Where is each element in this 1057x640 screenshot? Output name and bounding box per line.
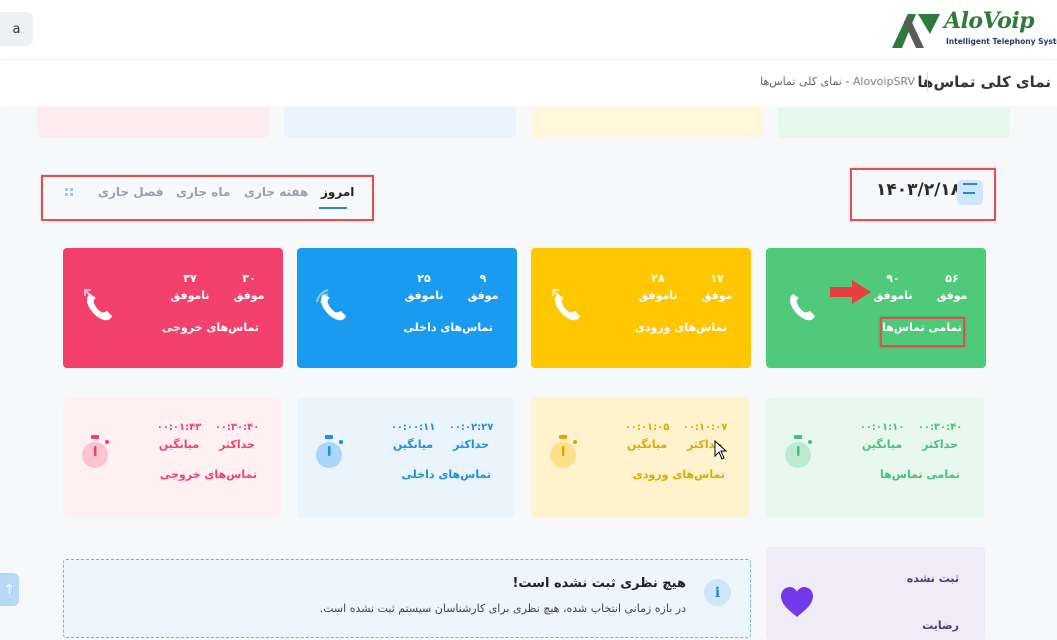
fail-count: ۳۷ [183, 272, 197, 285]
fail-label: ناموفق [170, 289, 210, 302]
success-label: موفق [701, 289, 733, 302]
avg-duration: ۰۰:۰۱:۰۵ [624, 422, 670, 433]
stat-card-incoming[interactable]: ۱۷ موفق ۲۸ ناموفق تماس‌های ورودی [531, 248, 751, 368]
fail-count: ۲۵ [417, 272, 431, 285]
fail-label: ناموفق [404, 289, 444, 302]
satisfaction-card[interactable]: ثبت نشده رضایت [766, 547, 985, 640]
avg-label: میانگین [626, 438, 668, 451]
title-divider [927, 72, 928, 92]
avg-label: میانگین [392, 438, 434, 451]
stopwatch-icon [785, 435, 812, 468]
max-duration: ۰۰:۳۰:۴۰ [917, 422, 963, 433]
breadcrumb-item-current: نمای کلی تماس‌ها [760, 75, 842, 88]
fail-count: ۹۰ [886, 272, 900, 285]
stopwatch-icon [82, 435, 109, 468]
logo-mark-icon [892, 14, 940, 48]
info-icon: i [704, 579, 731, 606]
max-label: حداکثر [219, 438, 255, 451]
stat-card-outgoing[interactable]: ۳۰ موفق ۳۷ ناموفق تماس‌های خروجی [63, 248, 283, 368]
tab-this-season[interactable]: فصل جاری [98, 185, 164, 199]
feedback-notice: i هیچ نظری ثبت نشده است! در بازه زمانی ا… [63, 559, 751, 638]
page-title-bar: نمای کلی تماس‌ها AlovoipSRV - نمای کلی ت… [0, 60, 1057, 106]
max-label: حداکثر [922, 438, 958, 451]
phone-internal-icon [316, 289, 346, 321]
fail-label: ناموفق [638, 289, 678, 302]
avg-card-all[interactable]: ۰۰:۳۰:۴۰ حداکثر ۰۰:۰۱:۱۰ میانگین تمامی ت… [766, 398, 984, 518]
mouse-cursor-icon [714, 440, 728, 460]
highlight-box [880, 317, 965, 347]
stat-title: تماس‌های خروجی [161, 321, 259, 334]
notice-title: هیچ نظری ثبت نشده است! [512, 576, 686, 591]
success-count: ۹ [479, 272, 487, 285]
max-duration: ۰۰:۱۰:۰۷ [682, 422, 728, 433]
success-count: ۱۷ [710, 272, 724, 285]
current-date: ۱۴۰۳/۲/۱۸ [876, 180, 962, 200]
stat-card-all[interactable]: ۵۶ موفق ۹۰ ناموفق تمامی تماس‌ها [766, 248, 986, 368]
avg-title: تماس‌های خروجی [159, 468, 257, 481]
page-title: نمای کلی تماس‌ها [917, 73, 1051, 91]
logo-tagline: Intelligent Telephony System [946, 37, 1057, 46]
grid-icon[interactable] [65, 188, 74, 197]
satisfaction-status: ثبت نشده [906, 572, 959, 585]
stopwatch-icon [550, 435, 577, 468]
success-count: ۳۰ [242, 272, 256, 285]
max-duration: ۰۰:۳۰:۴۰ [214, 422, 260, 433]
fail-label: ناموفق [873, 289, 913, 302]
avg-title: تمامی تماس‌ها [880, 468, 960, 481]
breadcrumb-separator: - [845, 75, 850, 88]
user-menu-button[interactable]: a [0, 12, 33, 46]
tab-today[interactable]: امروز [321, 185, 354, 199]
breadcrumb-item-server[interactable]: AlovoipSRV [853, 75, 915, 88]
success-label: موفق [467, 289, 499, 302]
scroll-top-button[interactable]: ↑ [0, 573, 19, 606]
summary-card-partial [531, 107, 763, 138]
avg-title: تماس‌های ورودی [632, 468, 725, 481]
satisfaction-label: رضایت [922, 619, 959, 632]
max-duration: ۰۰:۰۲:۲۷ [448, 422, 494, 433]
notice-message: در بازه زمانی انتخاب شده، هیچ نظری برای … [319, 602, 686, 615]
top-header: a AloVoip Intelligent Telephony System [0, 0, 1057, 60]
calendar-icon[interactable] [957, 180, 983, 205]
breadcrumb: AlovoipSRV - نمای کلی تماس‌ها [760, 75, 915, 88]
success-label: موفق [936, 289, 968, 302]
avg-label: میانگین [158, 438, 200, 451]
phone-icon [789, 294, 815, 321]
stat-title: تماس‌های داخلی [403, 321, 493, 334]
success-label: موفق [233, 289, 265, 302]
summary-card-partial [284, 107, 516, 138]
tab-this-week[interactable]: هفته جاری [244, 185, 308, 199]
logo-name: AloVoip [944, 8, 1035, 34]
logo[interactable]: AloVoip Intelligent Telephony System [890, 8, 1057, 52]
fail-count: ۲۸ [651, 272, 665, 285]
avg-duration: ۰۰:۰۱:۱۰ [859, 422, 905, 433]
summary-card-partial [37, 107, 269, 138]
avg-label: میانگین [861, 438, 903, 451]
summary-card-partial [778, 107, 1010, 138]
stopwatch-icon [316, 435, 343, 468]
phone-incoming-icon [552, 289, 580, 321]
avg-duration: ۰۰:۰۰:۱۱ [390, 422, 436, 433]
avg-title: تماس‌های داخلی [401, 468, 491, 481]
arrow-right-icon [830, 280, 871, 304]
avg-card-outgoing[interactable]: ۰۰:۳۰:۴۰ حداکثر ۰۰:۰۱:۴۳ میانگین تماس‌ها… [63, 398, 281, 518]
phone-outgoing-icon [84, 289, 112, 321]
heart-icon [781, 587, 813, 617]
stat-title: تماس‌های ورودی [634, 321, 727, 334]
tab-active-indicator [319, 207, 347, 209]
avg-duration: ۰۰:۰۱:۴۳ [156, 422, 202, 433]
success-count: ۵۶ [945, 272, 959, 285]
avg-card-internal[interactable]: ۰۰:۰۲:۲۷ حداکثر ۰۰:۰۰:۱۱ میانگین تماس‌ها… [297, 398, 515, 518]
tab-this-month[interactable]: ماه جاری [176, 185, 230, 199]
stat-card-internal[interactable]: ۹ موفق ۲۵ ناموفق تماس‌های داخلی [297, 248, 517, 368]
max-label: حداکثر [453, 438, 489, 451]
